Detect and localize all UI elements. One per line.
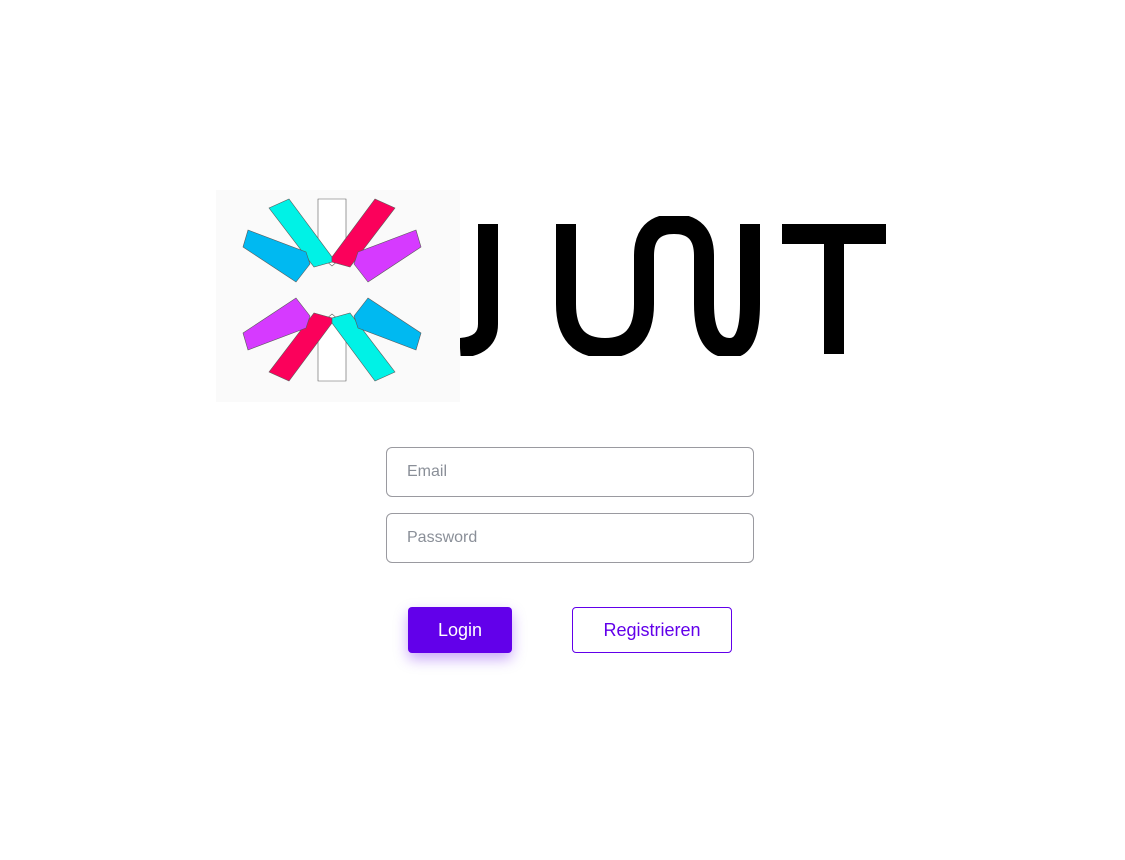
jwt-logo-icon xyxy=(216,190,460,402)
login-form xyxy=(386,447,754,563)
jwt-logo xyxy=(216,190,896,402)
register-button[interactable]: Registrieren xyxy=(572,607,732,653)
jwt-wordmark xyxy=(458,213,896,359)
password-field[interactable] xyxy=(386,513,754,563)
login-page: Login Registrieren xyxy=(0,0,1125,860)
email-field[interactable] xyxy=(386,447,754,497)
login-button[interactable]: Login xyxy=(408,607,512,653)
form-actions: Login Registrieren xyxy=(408,607,738,657)
